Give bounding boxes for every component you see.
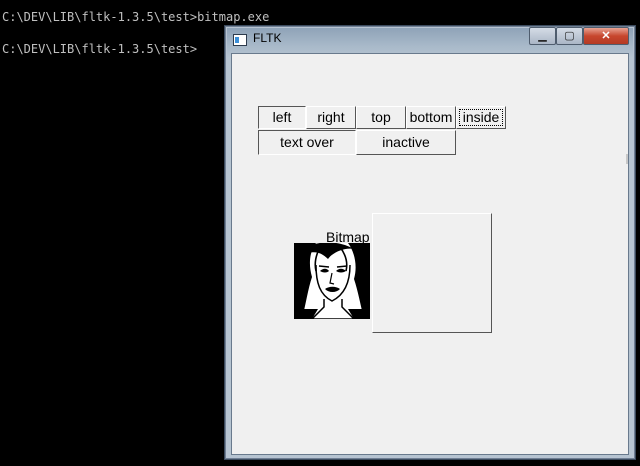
close-icon: ✕ xyxy=(601,30,611,42)
top-button[interactable]: top xyxy=(356,106,406,129)
bottom-button[interactable]: bottom xyxy=(406,106,456,129)
text-over-button[interactable]: text over xyxy=(258,130,356,155)
window-client-area: left right top bottom inside text over i… xyxy=(231,53,629,455)
inactive-button-label: inactive xyxy=(382,134,430,150)
inside-button-label: inside xyxy=(462,109,500,125)
maximize-icon: ▢ xyxy=(564,30,575,42)
top-button-label: top xyxy=(371,109,391,125)
left-button-label: left xyxy=(272,109,292,125)
close-button[interactable]: ✕ xyxy=(583,27,629,45)
maximize-button[interactable]: ▢ xyxy=(556,27,583,45)
window-title: FLTK xyxy=(253,31,282,45)
woman-portrait-bitmap xyxy=(294,243,370,319)
text-over-button-label: text over xyxy=(280,134,334,150)
right-button-label: right xyxy=(317,109,345,125)
inactive-button[interactable]: inactive xyxy=(356,130,456,155)
window-titlebar[interactable]: FLTK ▁ ▢ ✕ xyxy=(225,26,635,52)
bitmap-button[interactable] xyxy=(372,213,492,333)
console-command-line: C:\DEV\LIB\fltk-1.3.5\test>bitmap.exe xyxy=(2,10,270,24)
right-button[interactable]: right xyxy=(306,106,356,129)
inside-button[interactable]: inside xyxy=(456,106,506,129)
left-button[interactable]: left xyxy=(258,106,306,129)
minimize-button[interactable]: ▁ xyxy=(529,27,556,45)
app-icon[interactable] xyxy=(233,34,247,46)
fltk-window[interactable]: FLTK ▁ ▢ ✕ left right top bottom inside … xyxy=(224,25,636,460)
minimize-icon: ▁ xyxy=(538,30,547,42)
bottom-button-label: bottom xyxy=(409,109,453,125)
resize-grip-mark xyxy=(626,154,628,164)
console-prompt-line: C:\DEV\LIB\fltk-1.3.5\test> xyxy=(2,42,198,56)
